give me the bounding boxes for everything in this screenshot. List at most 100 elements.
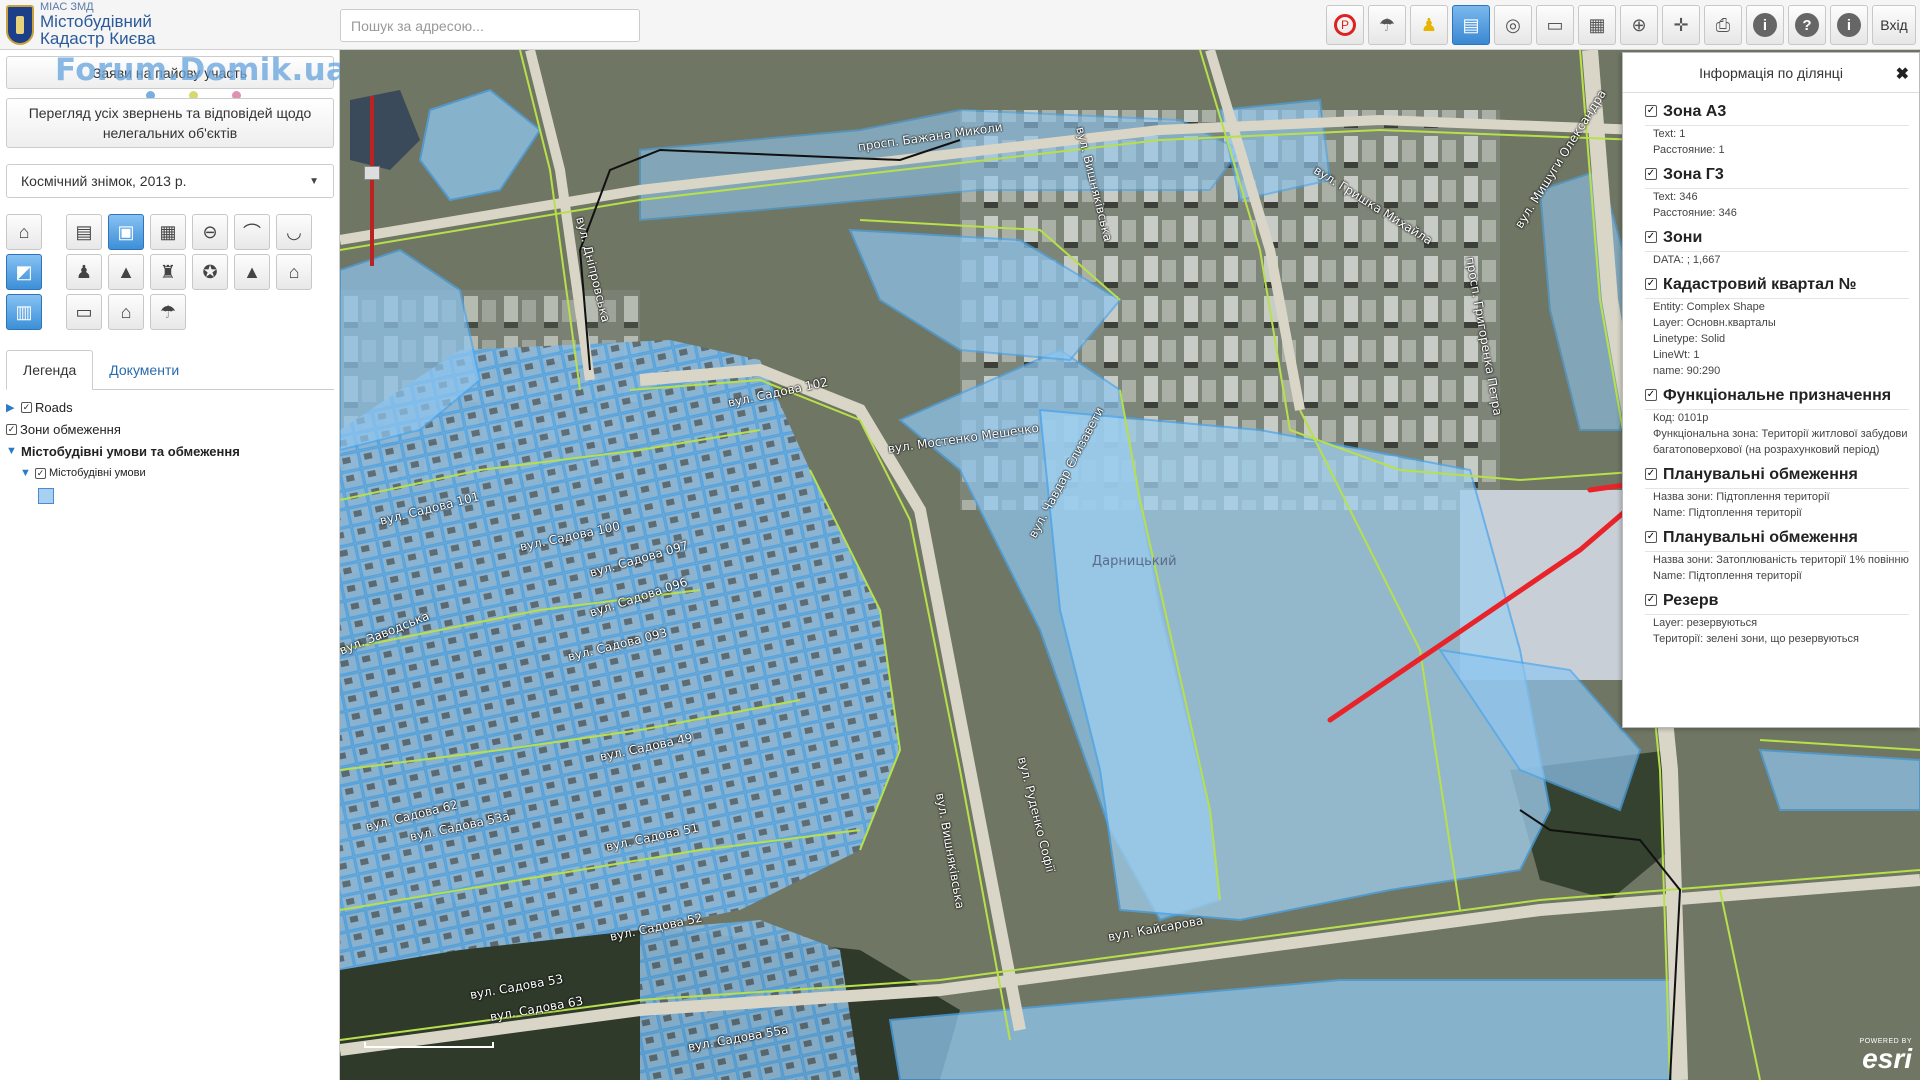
login-button[interactable]: Вхід: [1872, 5, 1916, 45]
attribute-text: Layer: резервуються: [1653, 617, 1758, 629]
attribute-text: Entity: Complex Shape: [1653, 301, 1765, 313]
help-icon[interactable]: ?: [1788, 5, 1826, 45]
umbrella-icon[interactable]: ☂: [1368, 5, 1406, 45]
checkbox[interactable]: ✓: [35, 467, 46, 479]
city-layer-icon[interactable]: ▥: [6, 294, 42, 330]
checkbox[interactable]: ✓: [21, 401, 32, 413]
parcel-info-panel: Інформація по ділянці ✖ ✓ Зона А3 Text: 1…: [1622, 52, 1920, 728]
zoom-track[interactable]: [370, 96, 374, 266]
monument-layer-icon[interactable]: ♜: [150, 254, 186, 290]
legend-item-conditions[interactable]: ▼ Містобудівні умови та обмеження: [6, 440, 334, 462]
attribute-text: name: 90:290: [1653, 365, 1721, 377]
close-icon[interactable]: ✖: [1896, 64, 1909, 84]
participate-button[interactable]: Заяви на пайову участь: [6, 56, 334, 89]
police-layer-icon[interactable]: ✪: [192, 254, 228, 290]
globe-icon[interactable]: ⊕: [1620, 5, 1658, 45]
compass-icon[interactable]: ◎: [1494, 5, 1532, 45]
checkbox[interactable]: ✓: [1645, 231, 1657, 243]
layer-toggle-grid: ⌂ ▤ ▣ ▦ ⊖ ⌒ ◡ ◩ ♟ ▲ ♜ ✪ ▲ ⌂ ▥ ▭ ⌂ ☂: [6, 214, 336, 344]
checkbox[interactable]: ✓: [1645, 389, 1657, 401]
section-title: Функціональне призначення: [1663, 387, 1892, 404]
attribute-text: Linetype: Solid: [1653, 333, 1726, 345]
info-section: ✓ Планувальні обмеження Назва зони: Підто…: [1645, 462, 1909, 521]
info-panel-title: Інформація по ділянці: [1699, 64, 1843, 81]
esri-logo: POWERED BY esri: [1860, 1038, 1912, 1073]
info-icon[interactable]: i: [1746, 5, 1784, 45]
shop-layer-icon[interactable]: ⌂: [6, 214, 42, 250]
address-search-input[interactable]: [340, 9, 640, 42]
chevron-down-icon[interactable]: ▼: [20, 467, 32, 479]
person-icon[interactable]: ♟: [1410, 5, 1448, 45]
legend-label: Зони обмеження: [20, 421, 121, 437]
kiosk-layer-icon[interactable]: ⌂: [108, 294, 144, 330]
zoom-slider[interactable]: [364, 96, 380, 266]
info-panel-header: Інформація по ділянці ✖: [1623, 53, 1919, 93]
restriction-layer-icon[interactable]: ⊖: [192, 214, 228, 250]
chevron-right-icon[interactable]: ▶: [6, 401, 18, 414]
checkbox[interactable]: ✓: [1645, 468, 1657, 480]
info-section: ✓ Планувальні обмеження Назва зони: Затоп…: [1645, 525, 1909, 584]
left-panel: Заяви на пайову участь Forum.Domik.ua Пе…: [0, 50, 347, 1080]
checkbox[interactable]: ✓: [6, 423, 17, 435]
attribute-text: Назва зони: Підтоплення території: [1653, 491, 1830, 503]
section-title: Резерв: [1663, 592, 1719, 609]
attribute-text: Території: зелені зони, що резервуються: [1653, 633, 1859, 645]
tab-legend[interactable]: Легенда: [6, 350, 94, 390]
no-parking-icon[interactable]: P: [1326, 5, 1364, 45]
billboard-layer-icon[interactable]: ▭: [66, 294, 102, 330]
section-title: Зона Г3: [1663, 166, 1724, 183]
header-bar: МІАС ЗМД Містобудівний Кадастр Києва P ☂…: [0, 0, 1920, 50]
zoom-handle[interactable]: [364, 166, 380, 180]
view-all-requests-button[interactable]: Перегляд усіх звернень та відповідей щод…: [6, 98, 334, 148]
section-title: Зони: [1663, 229, 1703, 246]
tent-layer-icon[interactable]: ▲: [234, 254, 270, 290]
about-icon[interactable]: i: [1830, 5, 1868, 45]
plan-layer-icon[interactable]: ▣: [108, 214, 144, 250]
scale-bar: [364, 1042, 494, 1048]
attribute-text: Назва зони: Затоплюваність території 1% …: [1653, 554, 1909, 566]
tab-documents[interactable]: Документи: [93, 350, 195, 390]
chevron-down-icon[interactable]: ▼: [6, 445, 18, 457]
crosshair-icon[interactable]: ✛: [1662, 5, 1700, 45]
basemap-select[interactable]: Космічний знімок, 2013 р. ▼: [6, 164, 334, 198]
map-layer-icon[interactable]: ◩: [6, 254, 42, 290]
checkbox[interactable]: ✓: [1645, 594, 1657, 606]
document-layer-icon[interactable]: ▤: [66, 214, 102, 250]
people-layer-icon[interactable]: ♟: [66, 254, 102, 290]
clipboard-icon[interactable]: ▤: [1452, 5, 1490, 45]
legend-swatch: [38, 488, 54, 504]
app-window: МІАС ЗМД Містобудівний Кадастр Києва P ☂…: [0, 0, 1920, 1080]
legend-item-roads[interactable]: ▶ ✓ Roads: [6, 396, 334, 418]
legend-item-zones[interactable]: ✓ Зони обмеження: [6, 418, 334, 440]
esri-text: esri: [1862, 1043, 1912, 1074]
district-label: Дарницький: [1092, 554, 1177, 569]
logo[interactable]: МІАС ЗМД Містобудівний Кадастр Києва: [6, 2, 156, 47]
attribute-text: Расстояние: 346: [1653, 207, 1737, 219]
section-title: Планувальні обмеження: [1663, 529, 1858, 546]
info-panel-body: ✓ Зона А3 Text: 1 Расстояние: 1 ✓ Зона Г3 …: [1623, 93, 1919, 647]
basemap-selected-value: Космічний знімок, 2013 р.: [21, 173, 187, 189]
kyiv-emblem-icon: [6, 4, 34, 45]
logo-title-line2: Кадастр Києва: [40, 29, 156, 48]
building-layer-icon[interactable]: ⌒: [234, 214, 270, 250]
education-layer-icon[interactable]: ▲: [108, 254, 144, 290]
grid-layer-icon[interactable]: ▦: [150, 214, 186, 250]
checkbox[interactable]: ✓: [1645, 105, 1657, 117]
checkbox[interactable]: ✓: [1645, 278, 1657, 290]
checkbox[interactable]: ✓: [1645, 531, 1657, 543]
market-layer-icon[interactable]: ⌂: [276, 254, 312, 290]
table-icon[interactable]: ▦: [1578, 5, 1616, 45]
cafe-layer-icon[interactable]: ☂: [150, 294, 186, 330]
ruler-icon[interactable]: ▭: [1536, 5, 1574, 45]
panel-tabs: Легенда Документи: [6, 350, 334, 390]
info-section: ✓ Резерв Layer: резервуються Території: з…: [1645, 588, 1909, 647]
legend-label: Roads: [35, 399, 73, 415]
park-layer-icon[interactable]: ◡: [276, 214, 312, 250]
legend-item-conditions-sub[interactable]: ▼ ✓ Містобудівні умови: [6, 462, 334, 484]
attribute-text: Код: 0101р: [1653, 412, 1709, 424]
info-section: ✓ Кадастровий квартал № Entity: Complex S…: [1645, 272, 1909, 379]
checkbox[interactable]: ✓: [1645, 168, 1657, 180]
attribute-text: Text: 346: [1653, 191, 1698, 203]
logo-text: МІАС ЗМД Містобудівний Кадастр Києва: [40, 2, 156, 48]
print-icon[interactable]: ⎙: [1704, 5, 1742, 45]
